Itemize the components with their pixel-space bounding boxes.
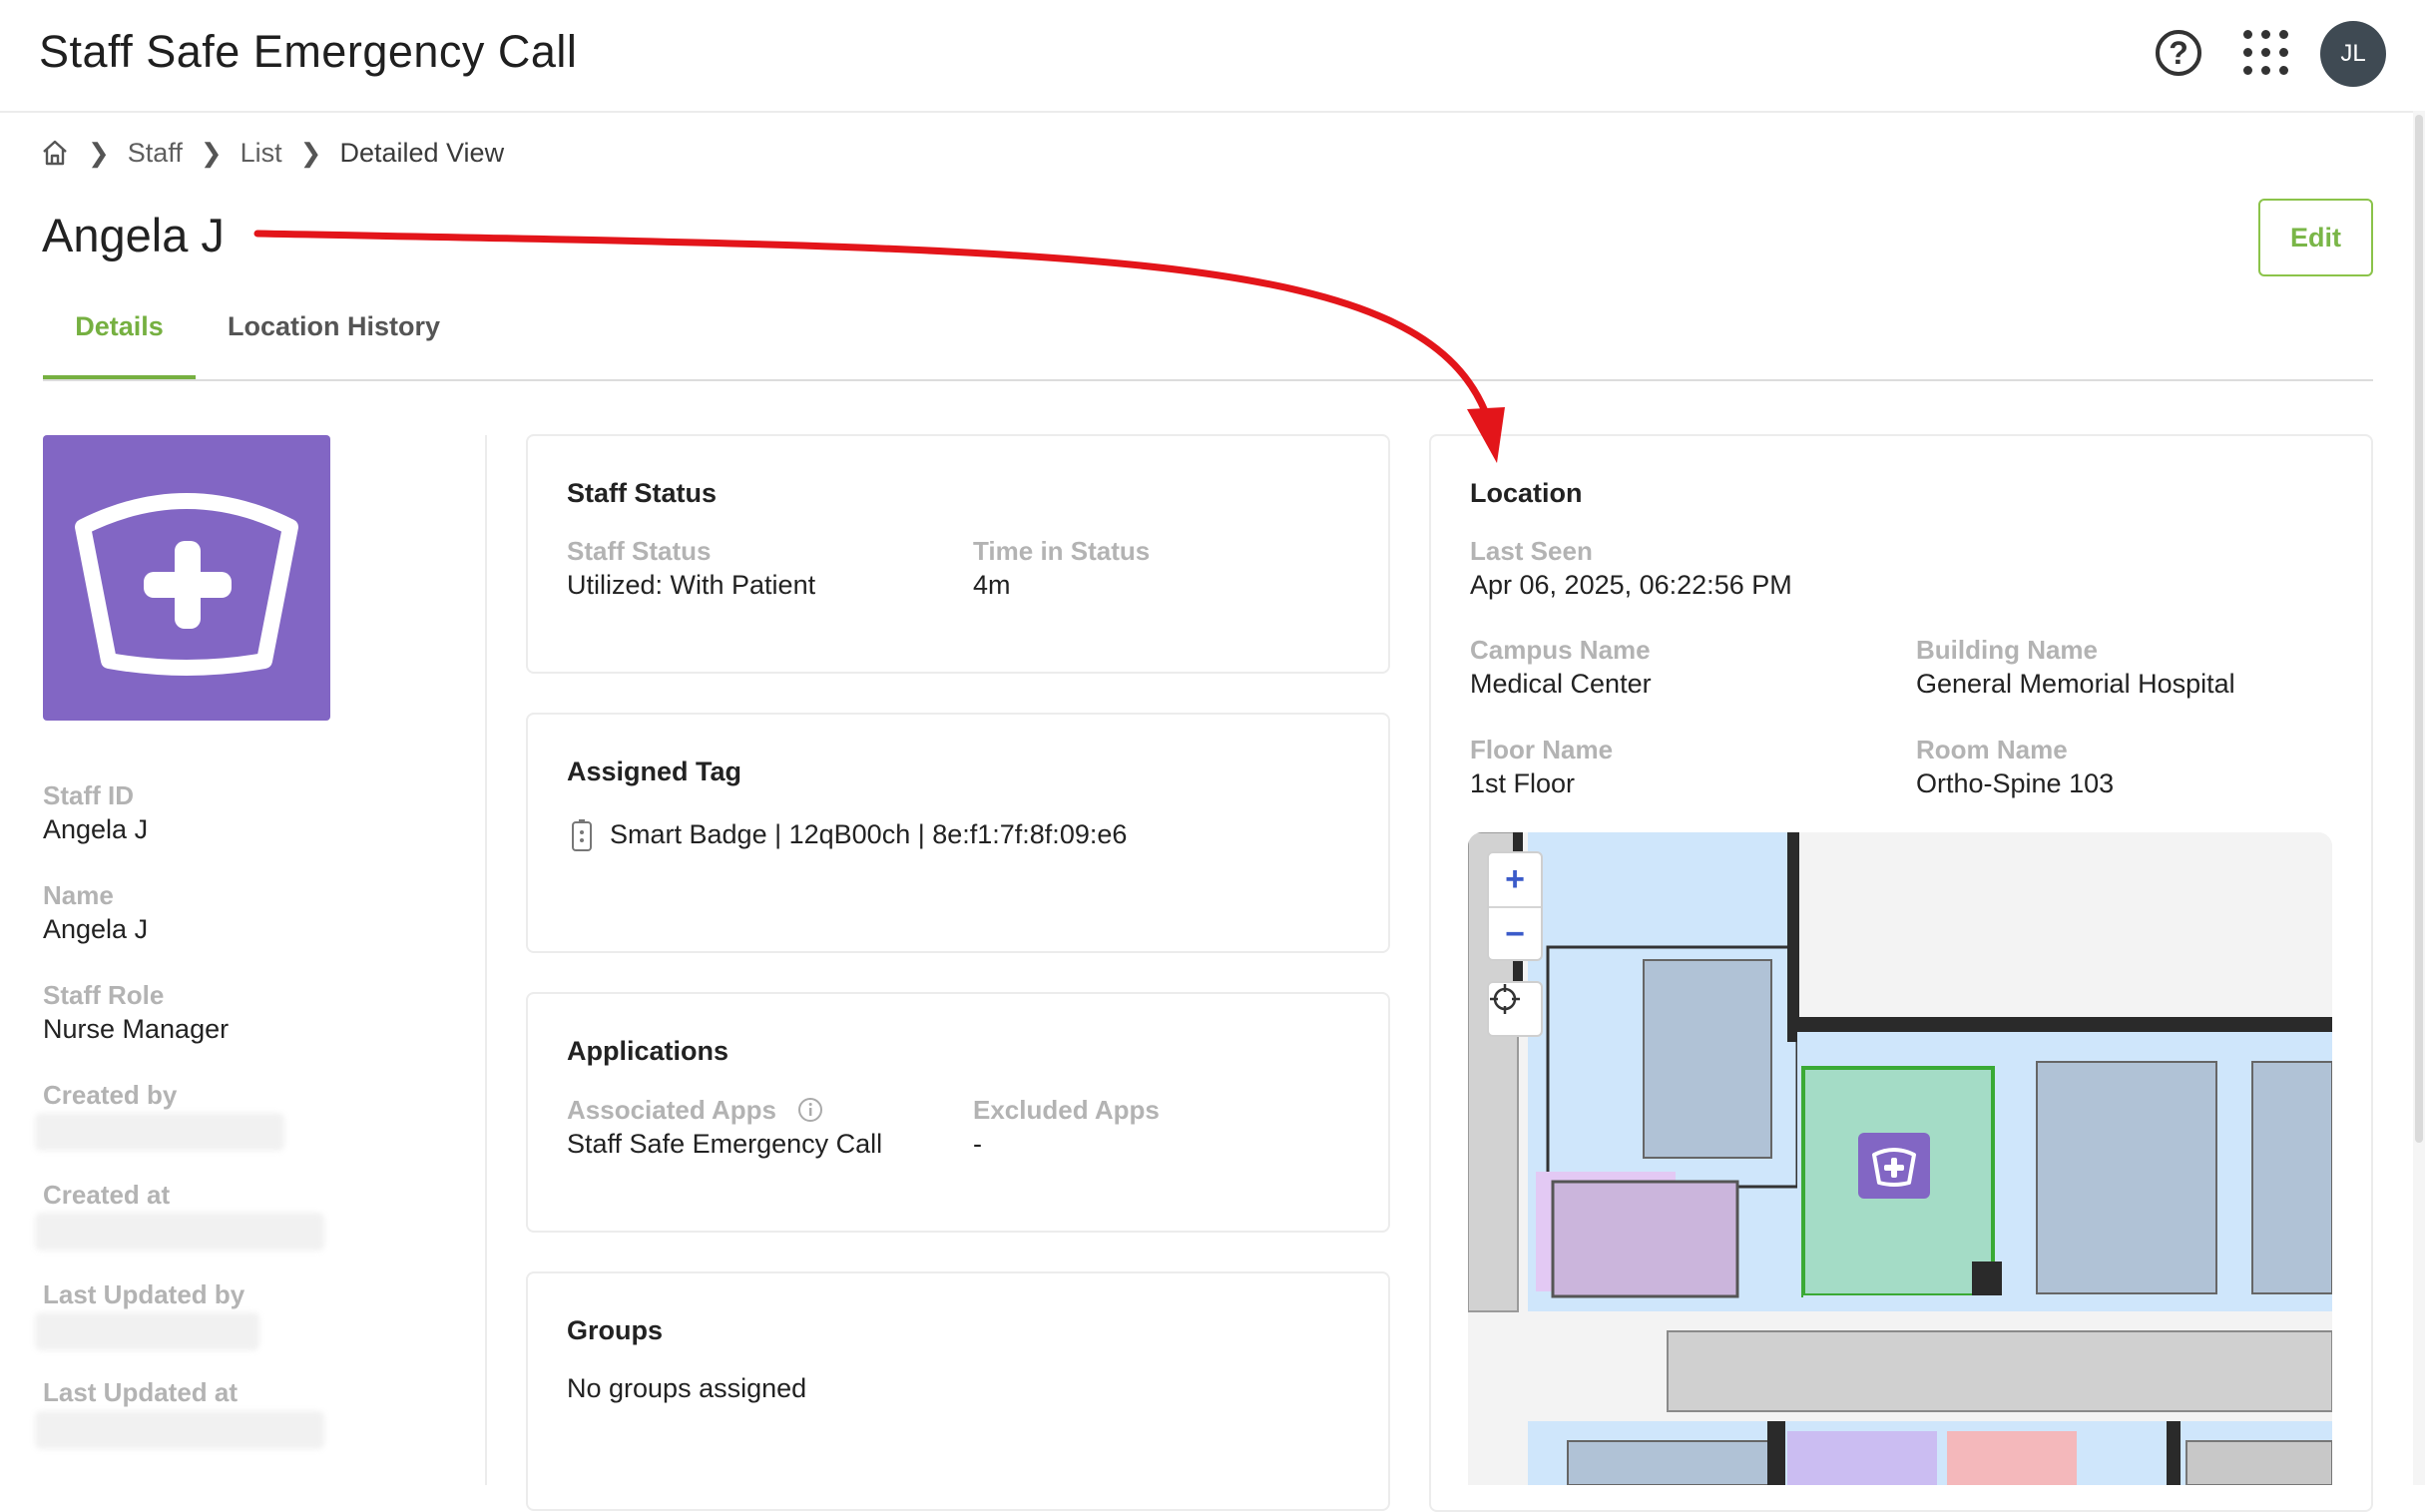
card-title: Applications <box>567 1036 729 1066</box>
floor-map[interactable]: + − <box>1468 832 2332 1485</box>
tab-location-history[interactable]: Location History <box>228 309 440 379</box>
building-name-value: General Memorial Hospital <box>1916 669 2235 699</box>
assigned-tag-card: Assigned Tag Smart Badge | 12qB00ch | 8e… <box>526 713 1390 953</box>
app-title: Staff Safe Emergency Call <box>39 26 578 77</box>
room-name-value: Ortho-Spine 103 <box>1916 768 2115 798</box>
scrollbar-thumb[interactable] <box>2415 115 2423 1143</box>
groups-card: Groups No groups assigned <box>526 1271 1390 1511</box>
tab-bar: Details Location History <box>43 309 2373 381</box>
badge-device-icon <box>571 818 593 852</box>
zoom-in-button[interactable]: + <box>1489 853 1541 906</box>
help-icon[interactable]: ? <box>2156 30 2201 76</box>
last-seen-label: Last Seen <box>1470 536 1593 566</box>
zoom-out-button[interactable]: − <box>1489 908 1541 961</box>
top-bar: Staff Safe Emergency Call ? JL <box>0 0 2425 113</box>
staff-status-label: Staff Status <box>567 536 712 566</box>
breadcrumb-staff[interactable]: Staff <box>128 138 183 169</box>
time-in-status-label: Time in Status <box>973 536 1151 566</box>
info-icon[interactable] <box>797 1097 823 1123</box>
name-label: Name <box>43 880 114 910</box>
breadcrumb: ❯ Staff ❯ List ❯ Detailed View <box>40 136 504 170</box>
staff-location-marker[interactable] <box>1858 1133 1930 1199</box>
home-icon[interactable] <box>40 138 70 168</box>
last-updated-by-redacted <box>35 1312 259 1350</box>
breadcrumb-list[interactable]: List <box>241 138 282 169</box>
associated-apps-label: Associated Apps <box>567 1095 776 1125</box>
card-title: Location <box>1470 478 1583 508</box>
chevron-right-icon: ❯ <box>88 137 110 168</box>
campus-name-label: Campus Name <box>1470 635 1651 665</box>
last-updated-at-redacted <box>35 1411 324 1449</box>
apps-grid-icon[interactable] <box>2243 30 2289 76</box>
chevron-right-icon: ❯ <box>299 137 322 168</box>
excluded-apps-value: - <box>973 1129 982 1159</box>
created-at-label: Created at <box>43 1180 171 1210</box>
card-title: Staff Status <box>567 478 718 508</box>
time-in-status-value: 4m <box>973 570 1011 600</box>
user-avatar[interactable]: JL <box>2320 21 2386 87</box>
locate-crosshair-icon[interactable] <box>1487 981 1543 1037</box>
last-updated-at-label: Last Updated at <box>43 1377 239 1407</box>
staff-role-value: Nurse Manager <box>43 1014 230 1044</box>
staff-status-value: Utilized: With Patient <box>567 570 816 600</box>
floor-name-value: 1st Floor <box>1470 768 1576 798</box>
edit-button[interactable]: Edit <box>2258 199 2373 276</box>
breadcrumb-current: Detailed View <box>339 137 505 168</box>
staff-id-label: Staff ID <box>43 780 134 810</box>
page-title: Angela J <box>42 209 225 261</box>
name-value: Angela J <box>43 914 149 944</box>
staff-id-value: Angela J <box>43 814 149 844</box>
created-at-redacted <box>35 1213 324 1251</box>
staff-status-card: Staff Status Staff Status Utilized: With… <box>526 434 1390 674</box>
zoom-controls: + − <box>1487 851 1543 961</box>
created-by-label: Created by <box>43 1080 178 1110</box>
card-title: Groups <box>567 1315 664 1345</box>
tag-details: Smart Badge | 12qB00ch | 8e:f1:7f:8f:09:… <box>610 819 1128 849</box>
card-title: Assigned Tag <box>567 756 742 786</box>
campus-name-value: Medical Center <box>1470 669 1652 699</box>
chevron-right-icon: ❯ <box>200 137 223 168</box>
associated-apps-value: Staff Safe Emergency Call <box>567 1129 883 1159</box>
tab-details[interactable]: Details <box>43 309 196 379</box>
excluded-apps-label: Excluded Apps <box>973 1095 1160 1125</box>
staff-nurse-icon <box>43 435 330 721</box>
applications-card: Applications Associated Apps Staff Safe … <box>526 992 1390 1233</box>
created-by-redacted <box>35 1113 284 1151</box>
groups-value: No groups assigned <box>567 1373 807 1403</box>
column-divider <box>485 435 487 1485</box>
building-name-label: Building Name <box>1916 635 2099 665</box>
last-updated-by-label: Last Updated by <box>43 1279 245 1309</box>
staff-role-label: Staff Role <box>43 980 165 1010</box>
room-name-label: Room Name <box>1916 735 2068 764</box>
floor-name-label: Floor Name <box>1470 735 1614 764</box>
last-seen-value: Apr 06, 2025, 06:22:56 PM <box>1470 570 1792 600</box>
